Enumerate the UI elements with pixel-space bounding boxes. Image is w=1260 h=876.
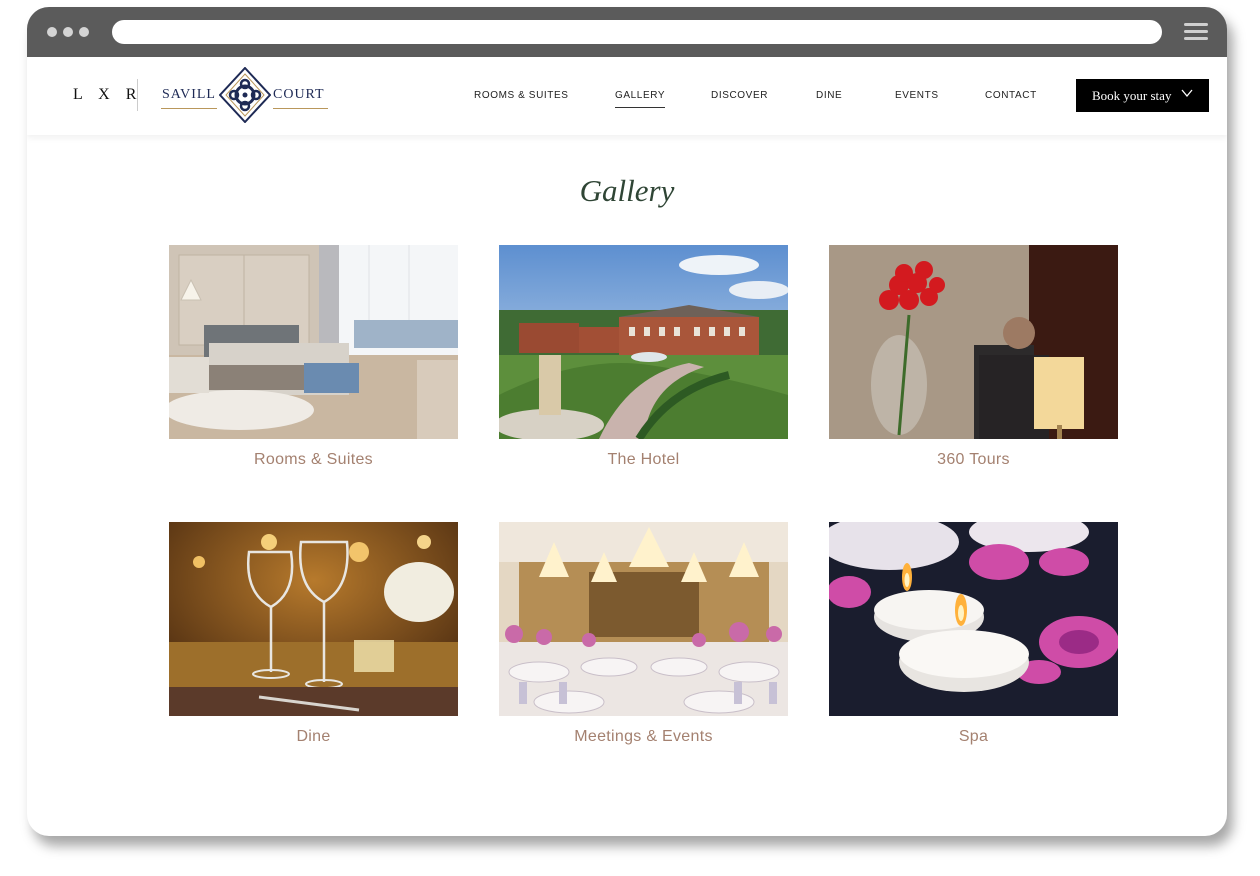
hotel-exterior-image bbox=[499, 245, 788, 439]
browser-toolbar bbox=[27, 7, 1227, 57]
site-header: L X R SAVILL COURT ROOMS & SUITES GALLER… bbox=[27, 57, 1227, 135]
gallery-caption: 360 Tours bbox=[937, 451, 1010, 468]
chevron-down-icon bbox=[1181, 89, 1193, 97]
nav-contact[interactable]: CONTACT bbox=[985, 90, 1037, 101]
roses-lobby-image bbox=[829, 245, 1118, 439]
nav-discover[interactable]: DISCOVER bbox=[711, 90, 768, 101]
gallery-card-the-hotel[interactable]: The Hotel bbox=[499, 245, 788, 468]
book-your-stay-button[interactable]: Book your stay bbox=[1076, 79, 1209, 112]
main-nav: ROOMS & SUITES GALLERY DISCOVER DINE EVE… bbox=[27, 57, 1227, 135]
window-dot-icon[interactable] bbox=[47, 27, 57, 37]
address-bar[interactable] bbox=[112, 20, 1162, 44]
browser-window: L X R SAVILL COURT ROOMS & SUITES GALLER… bbox=[27, 7, 1227, 836]
candles-orchids-image bbox=[829, 522, 1118, 716]
nav-dine[interactable]: DINE bbox=[816, 90, 842, 101]
gallery-caption: Rooms & Suites bbox=[254, 451, 373, 468]
window-controls bbox=[47, 27, 89, 37]
gallery-card-spa[interactable]: Spa bbox=[829, 522, 1118, 745]
nav-gallery-label: GALLERY bbox=[615, 90, 666, 101]
ballroom-image bbox=[499, 522, 788, 716]
gallery-card-360-tours[interactable]: 360 Tours bbox=[829, 245, 1118, 468]
page-title: Gallery bbox=[579, 173, 675, 208]
gallery-caption: Meetings & Events bbox=[574, 728, 713, 745]
gallery-card-meetings-events[interactable]: Meetings & Events bbox=[499, 522, 788, 745]
window-dot-icon[interactable] bbox=[79, 27, 89, 37]
book-button-label: Book your stay bbox=[1092, 87, 1172, 103]
gallery-caption: The Hotel bbox=[607, 451, 680, 468]
hamburger-menu-icon[interactable] bbox=[1184, 23, 1208, 41]
nav-gallery[interactable]: GALLERY bbox=[615, 90, 666, 108]
bedroom-image bbox=[169, 245, 458, 439]
gallery-caption: Dine bbox=[296, 728, 331, 745]
active-nav-underline bbox=[615, 107, 666, 108]
window-dot-icon[interactable] bbox=[63, 27, 73, 37]
gallery-card-dine[interactable]: Dine bbox=[169, 522, 458, 745]
nav-rooms-suites[interactable]: ROOMS & SUITES bbox=[474, 90, 569, 101]
gallery-card-rooms-suites[interactable]: Rooms & Suites bbox=[169, 245, 458, 468]
wine-glasses-image bbox=[169, 522, 458, 716]
gallery-caption: Spa bbox=[958, 728, 989, 745]
nav-events[interactable]: EVENTS bbox=[895, 90, 939, 101]
